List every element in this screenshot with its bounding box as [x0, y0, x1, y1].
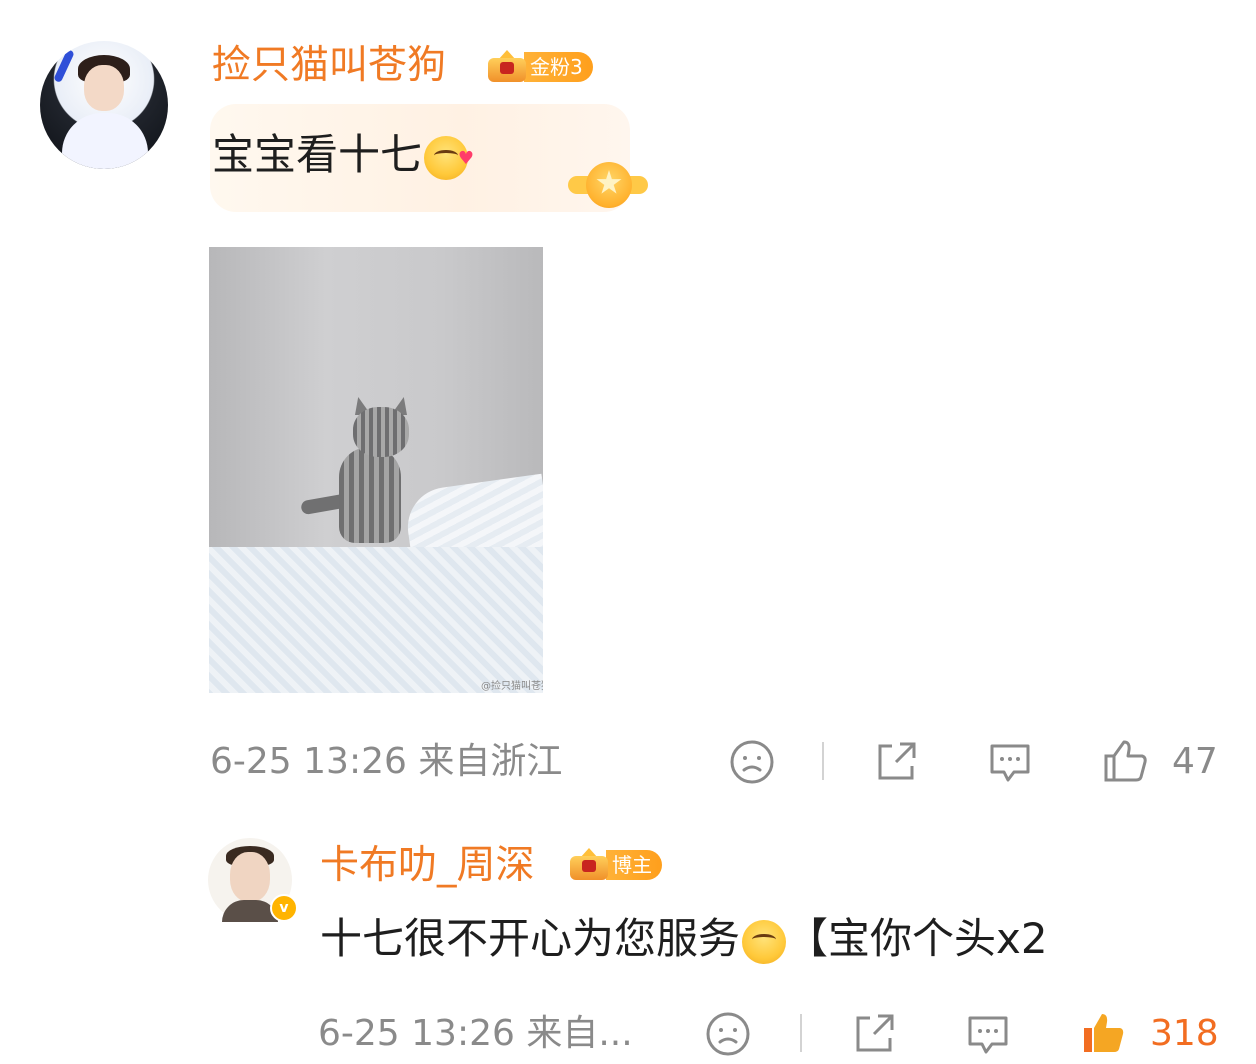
avatar-face — [230, 852, 270, 902]
comment-icon[interactable] — [964, 1010, 1012, 1058]
avatar-face — [84, 65, 124, 111]
share-icon[interactable] — [872, 738, 920, 786]
reply-meta: 6-25 13:26 来自... — [318, 1013, 633, 1054]
commenter-username[interactable]: 捡只猫叫苍狗 — [212, 46, 446, 85]
blogger-badge-label: 博主 — [606, 850, 662, 880]
cat-body — [339, 447, 401, 543]
verified-badge-icon: v — [270, 894, 298, 922]
replier-avatar[interactable]: v — [208, 838, 298, 922]
sad-face-icon[interactable] — [728, 738, 776, 786]
reply-text: 十七很不开心为您服务 【宝你个头x2 — [320, 918, 1048, 964]
comment-text: 宝宝看十七 ♥ — [212, 134, 474, 180]
thumbs-up-icon[interactable] — [1102, 736, 1150, 784]
heart-eyes-emoji-icon: ♥ — [424, 135, 474, 180]
microphone-shape — [53, 48, 75, 84]
reply-text-tail: 【宝你个头x2 — [786, 914, 1048, 963]
thinking-emoji-icon — [742, 919, 787, 964]
fan-badge[interactable]: 金粉3 — [484, 50, 593, 84]
avatar-body — [62, 113, 148, 169]
fan-badge-label: 金粉3 — [524, 52, 593, 82]
action-divider — [800, 1014, 802, 1052]
cat-head — [353, 407, 409, 457]
comment-text-content: 宝宝看十七 — [212, 130, 423, 179]
image-watermark: @捡只猫叫苍狗 — [481, 681, 543, 692]
crown-badge-icon — [566, 848, 612, 882]
blogger-badge[interactable]: 博主 — [566, 848, 662, 882]
commenter-avatar[interactable] — [40, 41, 168, 169]
share-icon[interactable] — [850, 1010, 898, 1058]
comment-image[interactable]: @捡只猫叫苍狗 — [209, 247, 543, 693]
replier-username[interactable]: 卡布叻_周深 — [320, 846, 535, 885]
comment-icon[interactable] — [986, 738, 1034, 786]
thumbs-up-filled-icon[interactable] — [1080, 1008, 1128, 1056]
like-count: 318 — [1150, 1013, 1219, 1054]
sad-face-icon[interactable] — [704, 1010, 752, 1058]
star-medal-icon[interactable] — [568, 156, 648, 216]
reply-text-content: 十七很不开心为您服务 — [320, 914, 741, 963]
comment-meta: 6-25 13:26 来自浙江 — [210, 741, 563, 782]
bed-shape — [209, 547, 543, 693]
crown-badge-icon — [484, 50, 530, 84]
like-count: 47 — [1172, 741, 1218, 782]
action-divider — [822, 742, 824, 780]
